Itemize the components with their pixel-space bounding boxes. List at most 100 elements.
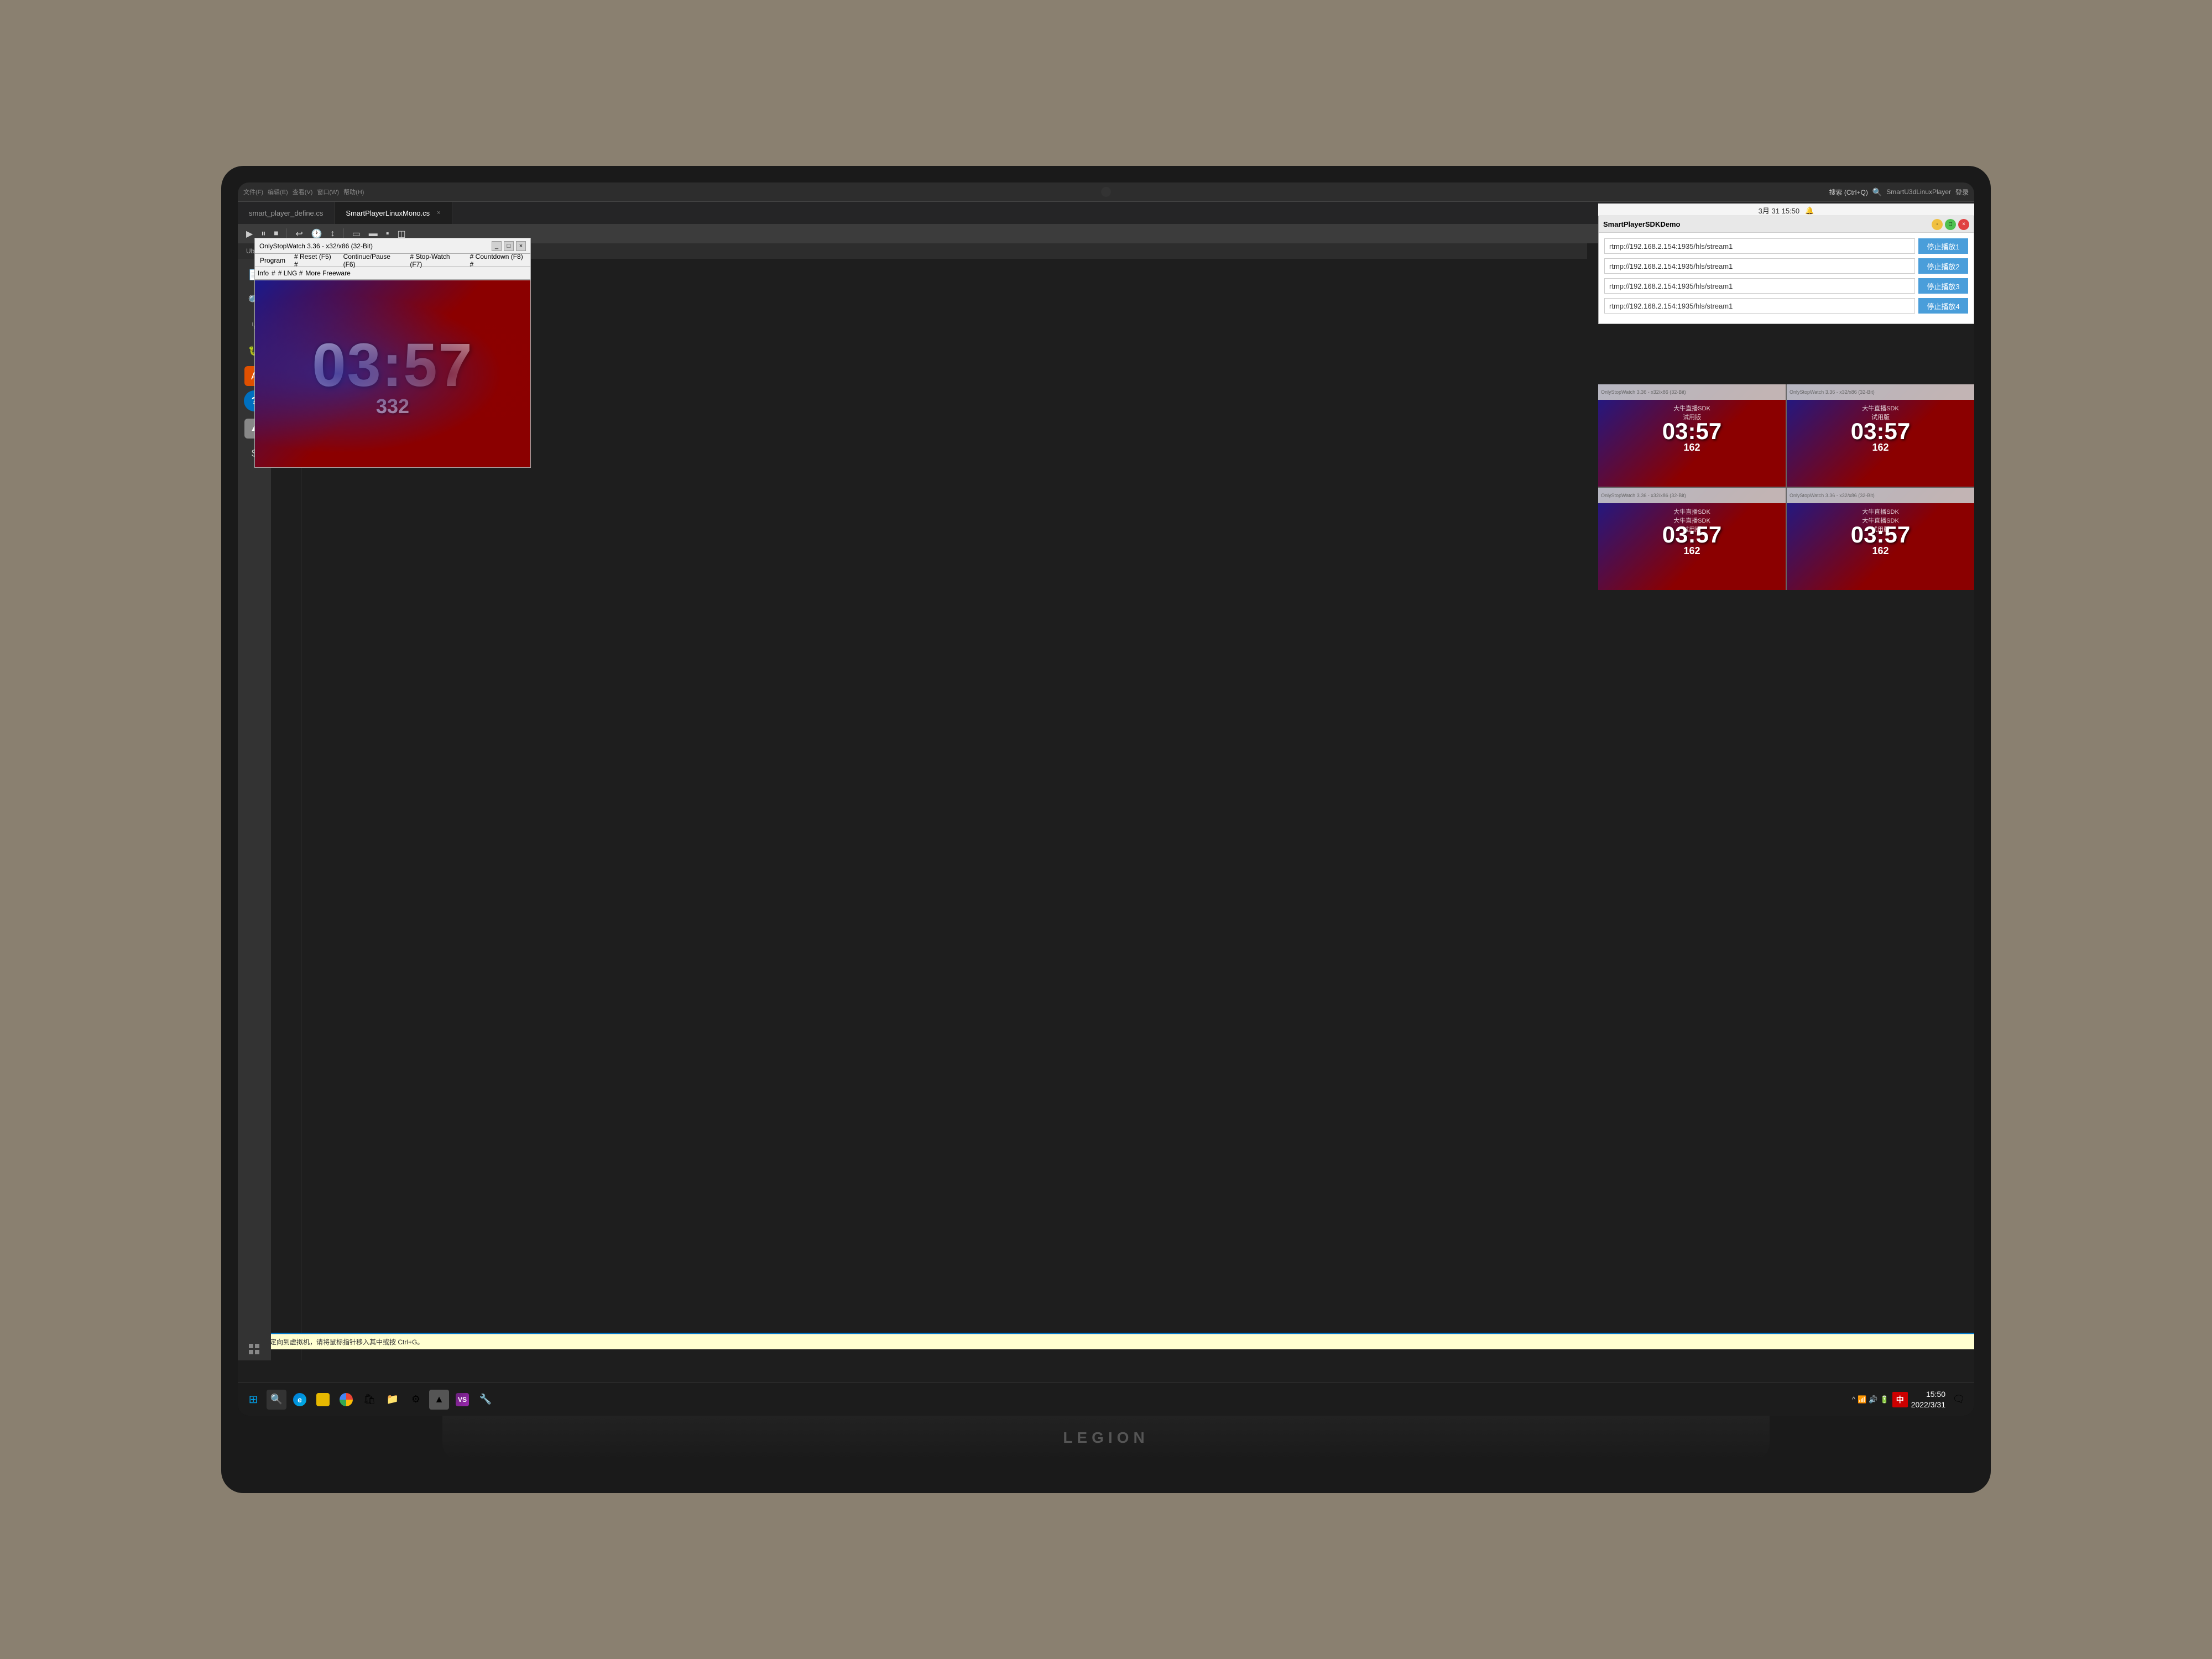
preview-display-4: OnlyStopWatch 3.36 - x32/x86 (32-Bit) 大牛… — [1787, 488, 1974, 590]
stopwatch-window: OnlyStopWatch 3.36 - x32/x86 (32-Bit) _ … — [254, 238, 531, 468]
stopwatch-title-text: OnlyStopWatch 3.36 - x32/x86 (32-Bit) — [259, 242, 373, 250]
laptop-base: LEGION — [442, 1416, 1770, 1460]
sw-info-more[interactable]: More Freeware — [305, 269, 350, 277]
preview-cell-4: OnlyStopWatch 3.36 - x32/x86 (32-Bit) 大牛… — [1787, 488, 1974, 590]
ide-menu-window[interactable]: 窗口(W) — [317, 187, 339, 196]
clock-date: 2022/3/31 — [1911, 1400, 1945, 1410]
stopwatch-menu: Program # Reset (F5) # Continue/Pause (F… — [254, 253, 531, 267]
login-label[interactable]: 登录 — [1955, 187, 1969, 197]
sp-maximize-btn[interactable]: □ — [1945, 219, 1956, 230]
preview-bar-label-2: OnlyStopWatch 3.36 - x32/x86 (32-Bit) — [1790, 389, 1875, 395]
preview-cell-2: OnlyStopWatch 3.36 - x32/x86 (32-Bit) 大牛… — [1787, 384, 1974, 487]
stream-url-2[interactable] — [1604, 258, 1915, 274]
smartplayer-titlebar: SmartPlayerSDKDemo - □ × — [1599, 216, 1974, 233]
stopwatch-maximize-btn[interactable]: □ — [504, 241, 514, 251]
sw-menu-stop[interactable]: # Stop-Watch (F7) — [408, 253, 463, 268]
taskbar-right: ^ 📶 🔊 🔋 中 15:50 2022/3/31 🗨 — [1852, 1389, 1969, 1409]
preview-top-bar-4: OnlyStopWatch 3.36 - x32/x86 (32-Bit) — [1787, 488, 1974, 503]
ide-menu-view[interactable]: 查看(V) — [293, 187, 313, 196]
taskbar: ⊞ 🔍 e 🛍 📁 ⚙ ▲ — [238, 1383, 1974, 1416]
taskbar-files-icon[interactable]: 📁 — [383, 1390, 403, 1410]
stopwatch-minimize-btn[interactable]: _ — [492, 241, 502, 251]
stop-play-1-btn[interactable]: 停止播放1 — [1918, 238, 1968, 254]
ide-menu-edit[interactable]: 编辑(E) — [268, 187, 288, 196]
tray-speaker[interactable]: 🔊 — [1869, 1395, 1877, 1404]
screen-bezel: 文件(F) 编辑(E) 查看(V) 窗口(W) 帮助(H) 搜索 (Ctrl+Q… — [238, 182, 1974, 1416]
tab-smart-player-define[interactable]: smart_player_define.cs — [238, 202, 335, 224]
taskbar-tray: ^ 📶 🔊 🔋 — [1852, 1395, 1889, 1404]
preview-time-2: 03:57 — [1851, 418, 1910, 445]
stopwatch-window-controls: _ □ × — [492, 241, 526, 251]
stream-url-3[interactable] — [1604, 278, 1915, 294]
preview-top-bar-1: OnlyStopWatch 3.36 - x32/x86 (32-Bit) — [1598, 384, 1786, 400]
laptop-shell: 文件(F) 编辑(E) 查看(V) 窗口(W) 帮助(H) 搜索 (Ctrl+Q… — [221, 166, 1991, 1493]
stream-url-1[interactable] — [1604, 238, 1915, 254]
notification-bar: 要将输入定向到虚拟机，请将鼠标指针移入其中或按 Ctrl+G。 — [238, 1334, 1974, 1349]
sw-menu-reset[interactable]: # Reset (F5) # — [292, 253, 337, 268]
sw-menu-countdown[interactable]: # Countdown (F8) # — [468, 253, 528, 268]
ime-indicator[interactable]: 中 — [1892, 1392, 1908, 1407]
preview-display-3: OnlyStopWatch 3.36 - x32/x86 (32-Bit) 大牛… — [1598, 488, 1786, 590]
preview-bar-label-4: OnlyStopWatch 3.36 - x32/x86 (32-Bit) — [1790, 493, 1875, 498]
stop-play-2-btn[interactable]: 停止播放2 — [1918, 258, 1968, 274]
sp-minimize-btn[interactable]: - — [1932, 219, 1943, 230]
sidebar-grid-icon[interactable] — [249, 1344, 260, 1355]
stream-row-3: 停止播放3 — [1604, 278, 1968, 294]
ide-search-icon[interactable]: 🔍 — [1872, 187, 1882, 197]
taskbar-unity-icon[interactable]: ▲ — [429, 1390, 449, 1410]
smartplayer-body: 停止播放1 停止播放2 停止播放3 停止播放4 — [1599, 233, 1974, 324]
preview-sub-3: 162 — [1683, 545, 1700, 557]
tab-label-2: SmartPlayerLinuxMono.cs — [346, 209, 430, 217]
preview-overlay-3: 大牛直播SDK大牛直播SDK试用版 — [1598, 507, 1786, 534]
screen-content: 文件(F) 编辑(E) 查看(V) 窗口(W) 帮助(H) 搜索 (Ctrl+Q… — [238, 182, 1974, 1416]
taskbar-settings-icon[interactable]: ⚙ — [406, 1390, 426, 1410]
start-button[interactable]: ⊞ — [243, 1390, 263, 1410]
smartplayer-window-controls: - □ × — [1932, 219, 1969, 230]
sw-menu-program[interactable]: Program — [258, 257, 288, 264]
stop-play-4-btn[interactable]: 停止播放4 — [1918, 298, 1968, 314]
tab-close-icon[interactable]: × — [437, 210, 440, 216]
preview-cell-1: OnlyStopWatch 3.36 - x32/x86 (32-Bit) 大牛… — [1598, 384, 1786, 487]
taskbar-tool-icon[interactable]: 🔧 — [476, 1390, 495, 1410]
sw-info-label: Info — [258, 269, 269, 277]
stop-play-3-btn[interactable]: 停止播放3 — [1918, 278, 1968, 294]
sw-info-hash1: # — [272, 269, 275, 277]
stopwatch-info-bar: Info # # LNG # More Freeware — [254, 267, 531, 280]
preview-display-2: OnlyStopWatch 3.36 - x32/x86 (32-Bit) 大牛… — [1787, 384, 1974, 487]
preview-sub-2: 162 — [1872, 442, 1888, 453]
taskbar-vs-icon[interactable]: VS — [452, 1390, 472, 1410]
date-bar-text: 3月 31 15:50 — [1759, 205, 1799, 216]
laptop-brand-text: LEGION — [1063, 1429, 1149, 1447]
preview-overlay-1: 大牛直播SDK试用版 — [1598, 404, 1786, 421]
preview-overlay-4: 大牛直播SDK大牛直播SDK试用版 — [1787, 507, 1974, 534]
taskbar-explorer-icon[interactable] — [313, 1390, 333, 1410]
taskbar-search-icon[interactable]: 🔍 — [267, 1390, 286, 1410]
webcam — [1101, 187, 1111, 197]
stream-row-4: 停止播放4 — [1604, 298, 1968, 314]
toolbar-run-btn[interactable]: ▶ — [243, 227, 255, 241]
tray-chevron[interactable]: ^ — [1852, 1395, 1855, 1404]
stopwatch-close-btn[interactable]: × — [516, 241, 526, 251]
taskbar-edge-icon[interactable]: e — [290, 1390, 310, 1410]
preview-display-1: OnlyStopWatch 3.36 - x32/x86 (32-Bit) 大牛… — [1598, 384, 1786, 487]
preview-top-bar-2: OnlyStopWatch 3.36 - x32/x86 (32-Bit) — [1787, 384, 1974, 400]
preview-cell-3: OnlyStopWatch 3.36 - x32/x86 (32-Bit) 大牛… — [1598, 488, 1786, 590]
preview-top-bar-3: OnlyStopWatch 3.36 - x32/x86 (32-Bit) — [1598, 488, 1786, 503]
stopwatch-display: 03:57 332 — [254, 280, 531, 468]
taskbar-clock[interactable]: 15:50 2022/3/31 — [1911, 1389, 1945, 1409]
preview-grid: OnlyStopWatch 3.36 - x32/x86 (32-Bit) 大牛… — [1598, 384, 1974, 590]
tray-battery: 🔋 — [1880, 1395, 1889, 1404]
preview-sub-4: 162 — [1872, 545, 1888, 557]
tray-wifi: 📶 — [1858, 1395, 1866, 1404]
tab-smartplayer-mono[interactable]: SmartPlayerLinuxMono.cs × — [335, 202, 452, 224]
taskbar-store-icon[interactable]: 🛍 — [359, 1390, 379, 1410]
ide-menu-file[interactable]: 文件(F) — [243, 187, 263, 196]
stream-row-1: 停止播放1 — [1604, 238, 1968, 254]
smartplayer-title: SmartPlayerSDKDemo — [1603, 220, 1680, 228]
action-center-icon[interactable]: 🗨 — [1949, 1390, 1969, 1410]
stream-url-4[interactable] — [1604, 298, 1915, 314]
taskbar-chrome-icon[interactable] — [336, 1390, 356, 1410]
sw-menu-continue[interactable]: Continue/Pause (F6) — [341, 253, 404, 268]
sp-close-btn[interactable]: × — [1958, 219, 1969, 230]
ide-menu-help[interactable]: 帮助(H) — [343, 187, 364, 196]
